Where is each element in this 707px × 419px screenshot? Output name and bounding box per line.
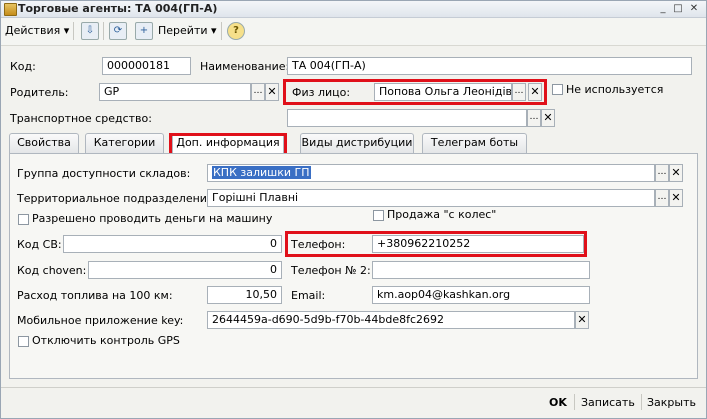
wheels-sale-label: Продажа "с колес" [387,208,497,221]
refresh-icon[interactable]: ⟳ [109,22,127,40]
ok-button[interactable]: OK [549,396,567,409]
vehicle-label: Транспортное средство: [10,112,152,125]
name-label: Наименование: [200,60,290,73]
code-cb-field[interactable]: 0 [63,235,282,253]
phone2-label: Телефон № 2: [291,264,371,277]
mobile-key-field[interactable]: 2644459a-d690-5d9b-f70b-44bde8fc2692 [207,311,575,329]
email-field[interactable]: km.aop04@kashkan.org [372,286,590,304]
highlight-person [283,79,547,105]
territory-clear-button[interactable]: ✕ [669,189,683,207]
email-label: Email: [291,289,326,302]
code-field[interactable]: 000000181 [102,57,191,75]
money-to-car-label: Разрешено проводить деньги на машину [32,212,273,225]
goto-label: Перейти [158,24,208,37]
title-bar: Торговые агенты: ТА 004(ГП-А) _ □ ✕ [1,1,706,18]
code-cb-label: Код СВ: [17,238,62,251]
phone2-field[interactable] [372,261,590,279]
divider [574,394,575,410]
vehicle-clear-button[interactable]: ✕ [541,109,555,127]
toolbar: Действия ▾ ⇩ ⟳ + Перейти ▾ ? [1,18,706,46]
mobile-key-label: Мобильное приложение key: [17,314,184,327]
help-icon[interactable]: ? [227,22,245,40]
warehouse-select-button[interactable]: … [655,164,669,182]
divider [221,22,222,40]
maximize-icon[interactable]: □ [671,2,685,15]
gps-label: Отключить контроль GPS [32,334,180,347]
minimize-icon[interactable]: _ [656,2,670,15]
vehicle-field[interactable] [287,109,527,127]
parent-select-button[interactable]: … [251,83,265,101]
not-used-label: Не используется [566,83,664,96]
actions-label: Действия [5,24,61,37]
divider [103,22,104,40]
tab-telegram[interactable]: Телеграм боты [422,133,527,153]
fuel-field[interactable]: 10,50 [207,286,282,304]
app-icon [4,3,17,16]
vehicle-select-button[interactable]: … [527,109,541,127]
tab-distribution[interactable]: Виды дистрибуции [300,133,414,153]
warehouse-group-value: КПК залишки ГП [212,166,311,179]
parent-label: Родитель: [10,86,69,99]
save-doc-icon[interactable]: ⇩ [81,22,99,40]
money-to-car-checkbox[interactable] [18,214,29,225]
warehouse-group-field[interactable]: КПК залишки ГП [207,164,655,182]
actions-menu[interactable]: Действия ▾ [5,22,69,40]
form-window: Торговые агенты: ТА 004(ГП-А) _ □ ✕ Дейс… [0,0,707,419]
window-title: Торговые агенты: ТА 004(ГП-А) [18,2,218,15]
territory-label: Территориальное подразделение: [17,192,218,205]
warehouse-clear-button[interactable]: ✕ [669,164,683,182]
close-button[interactable]: Закрыть [647,396,696,409]
code-choven-label: Код choven: [17,264,87,277]
tab-categories[interactable]: Категории [85,133,164,153]
code-choven-field[interactable]: 0 [88,261,282,279]
code-label: Код: [10,60,36,73]
parent-field[interactable]: GP [99,83,251,101]
name-field[interactable]: ТА 004(ГП-А) [287,57,692,75]
warehouse-group-label: Группа доступности складов: [17,167,191,180]
save-button[interactable]: Записать [581,396,635,409]
mobile-key-clear-button[interactable]: ✕ [575,311,589,329]
not-used-checkbox[interactable] [552,84,563,95]
goto-menu[interactable]: Перейти ▾ [158,22,217,40]
highlight-phone [285,231,587,257]
copy-icon[interactable]: + [135,22,153,40]
close-icon[interactable]: ✕ [687,2,701,15]
wheels-sale-checkbox[interactable] [373,210,384,221]
divider [73,22,74,40]
footer-bar: OK Записать Закрыть [1,387,706,418]
territory-field[interactable]: Горішні Плавні [207,189,655,207]
fuel-label: Расход топлива на 100 км: [17,289,173,302]
territory-select-button[interactable]: … [655,189,669,207]
parent-clear-button[interactable]: ✕ [265,83,279,101]
tab-properties[interactable]: Свойства [9,133,79,153]
gps-checkbox[interactable] [18,336,29,347]
divider [641,394,642,410]
